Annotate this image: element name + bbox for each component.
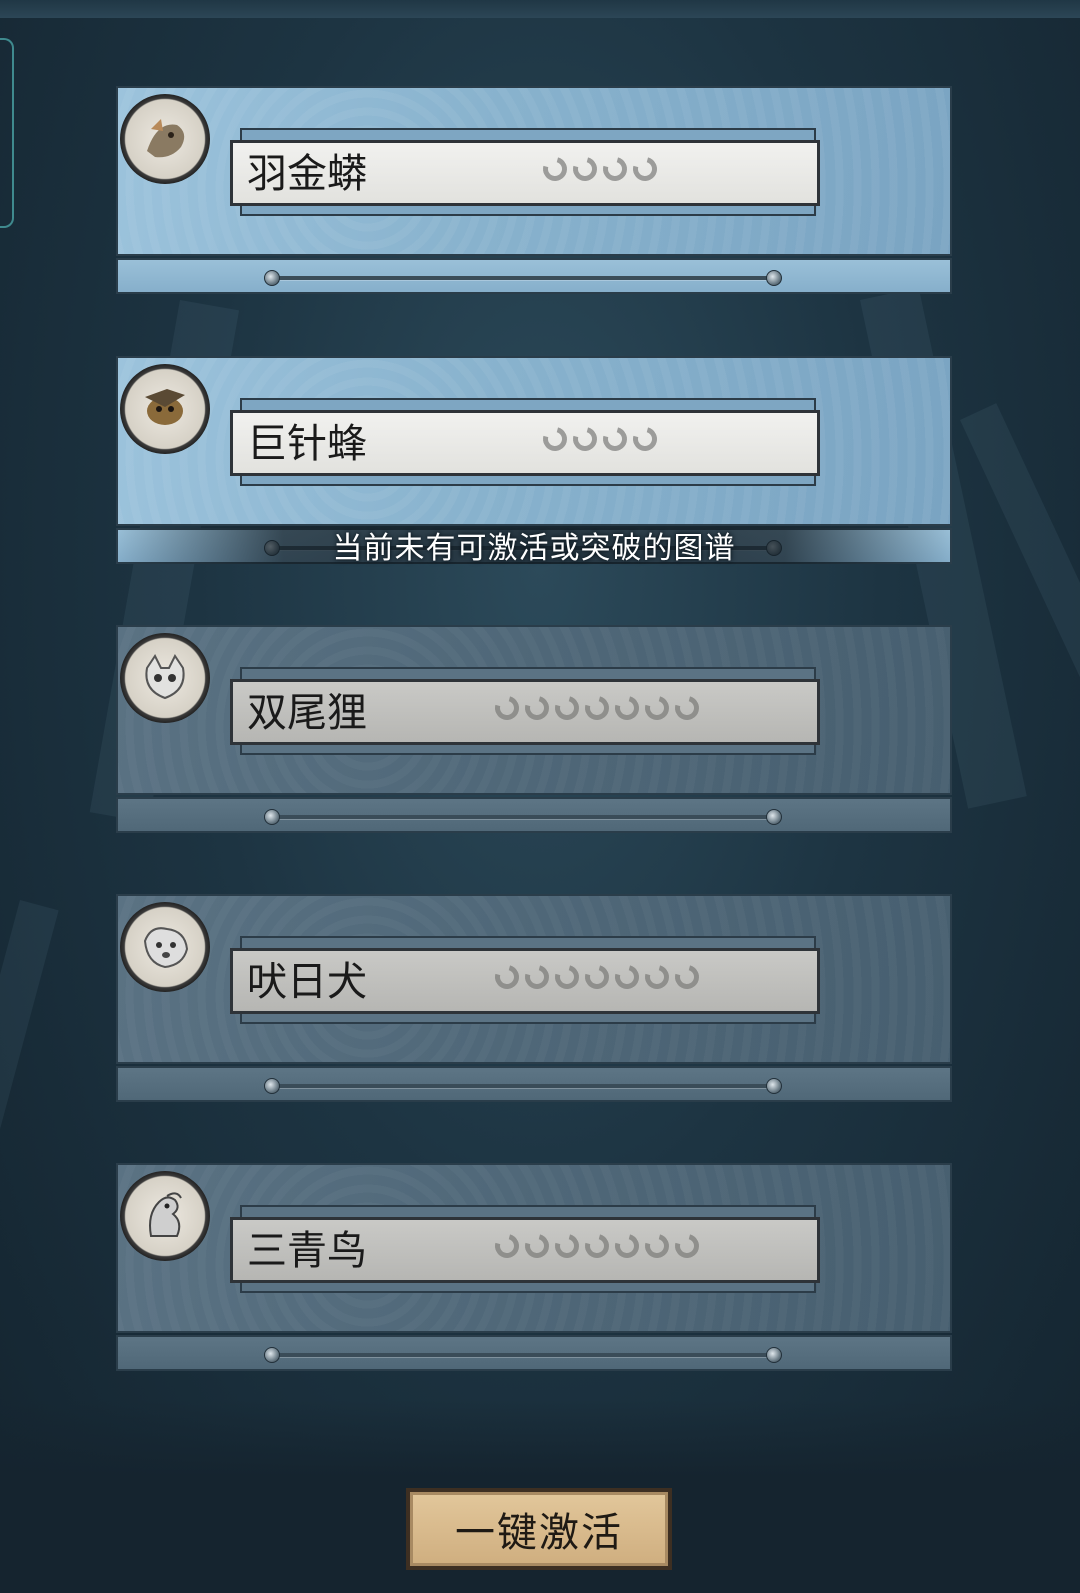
swirl-icon [598, 152, 632, 186]
top-band [0, 0, 1080, 18]
progress-knob-right [766, 270, 782, 286]
star-rating [538, 152, 662, 186]
star-rating [490, 1229, 704, 1263]
swirl-icon [568, 422, 602, 456]
swirl-icon [580, 960, 614, 994]
swirl-icon [670, 691, 704, 725]
progress-knob-right [766, 809, 782, 825]
beast-name: 三青鸟 [247, 1228, 367, 1274]
swirl-icon [580, 1229, 614, 1263]
one-click-activate-button[interactable]: 一键激活 [406, 1488, 672, 1570]
side-panel-tab[interactable] [0, 38, 14, 228]
swirl-icon [490, 960, 524, 994]
star-rating [538, 422, 662, 456]
swirl-icon [640, 1229, 674, 1263]
name-bar: 吠日犬 [230, 948, 820, 1014]
swirl-icon [520, 960, 554, 994]
swirl-icon [490, 1229, 524, 1263]
swirl-icon [598, 422, 632, 456]
swirl-icon [640, 691, 674, 725]
swirl-icon [490, 691, 524, 725]
card-progress-strip [116, 1335, 952, 1371]
swirl-icon [670, 1229, 704, 1263]
beast-name: 巨针蜂 [247, 421, 367, 467]
progress-track [264, 1078, 782, 1094]
progress-track [264, 1347, 782, 1363]
progress-knob-left [264, 270, 280, 286]
swirl-icon [670, 960, 704, 994]
card-progress-strip [116, 1066, 952, 1102]
name-bar: 三青鸟 [230, 1217, 820, 1283]
swirl-icon [610, 691, 644, 725]
progress-knob-left [264, 809, 280, 825]
swirl-icon [628, 422, 662, 456]
name-bar: 双尾狸 [230, 679, 820, 745]
giant-hornet-portrait-icon[interactable] [120, 364, 210, 454]
swirl-icon [538, 152, 572, 186]
progress-knob-left [264, 1347, 280, 1363]
progress-track [264, 809, 782, 825]
swirl-icon [520, 691, 554, 725]
card-progress-strip [116, 258, 952, 294]
sun-barking-dog-portrait-icon[interactable] [120, 902, 210, 992]
three-blue-bird-portrait-icon[interactable] [120, 1171, 210, 1261]
swirl-icon [610, 1229, 644, 1263]
name-bar: 羽金蟒 [230, 140, 820, 206]
name-bar: 巨针蜂 [230, 410, 820, 476]
swirl-icon [628, 152, 662, 186]
card-progress-strip [116, 797, 952, 833]
star-rating [490, 960, 704, 994]
beast-card[interactable]: 吠日犬 [116, 894, 952, 1106]
progress-knob-left [264, 1078, 280, 1094]
activate-button-label: 一键激活 [455, 1510, 623, 1556]
swirl-icon [550, 691, 584, 725]
golden-python-portrait-icon[interactable] [120, 94, 210, 184]
beast-card[interactable]: 三青鸟 [116, 1163, 952, 1375]
beast-name: 吠日犬 [247, 959, 367, 1005]
swirl-icon [568, 152, 602, 186]
swirl-icon [550, 1229, 584, 1263]
progress-knob-right [766, 1078, 782, 1094]
progress-track [264, 270, 782, 286]
toast-notice: 当前未有可激活或突破的图谱 [116, 526, 952, 566]
swirl-icon [550, 960, 584, 994]
swirl-icon [538, 422, 572, 456]
beast-name: 双尾狸 [247, 690, 367, 736]
swirl-icon [610, 960, 644, 994]
background-decoration [0, 900, 59, 1297]
progress-knob-right [766, 1347, 782, 1363]
swirl-icon [520, 1229, 554, 1263]
beast-card[interactable]: 羽金蟒 [116, 86, 952, 298]
star-rating [490, 691, 704, 725]
twin-tail-cat-portrait-icon[interactable] [120, 633, 210, 723]
swirl-icon [640, 960, 674, 994]
swirl-icon [580, 691, 614, 725]
beast-name: 羽金蟒 [247, 151, 367, 197]
beast-card[interactable]: 双尾狸 [116, 625, 952, 837]
